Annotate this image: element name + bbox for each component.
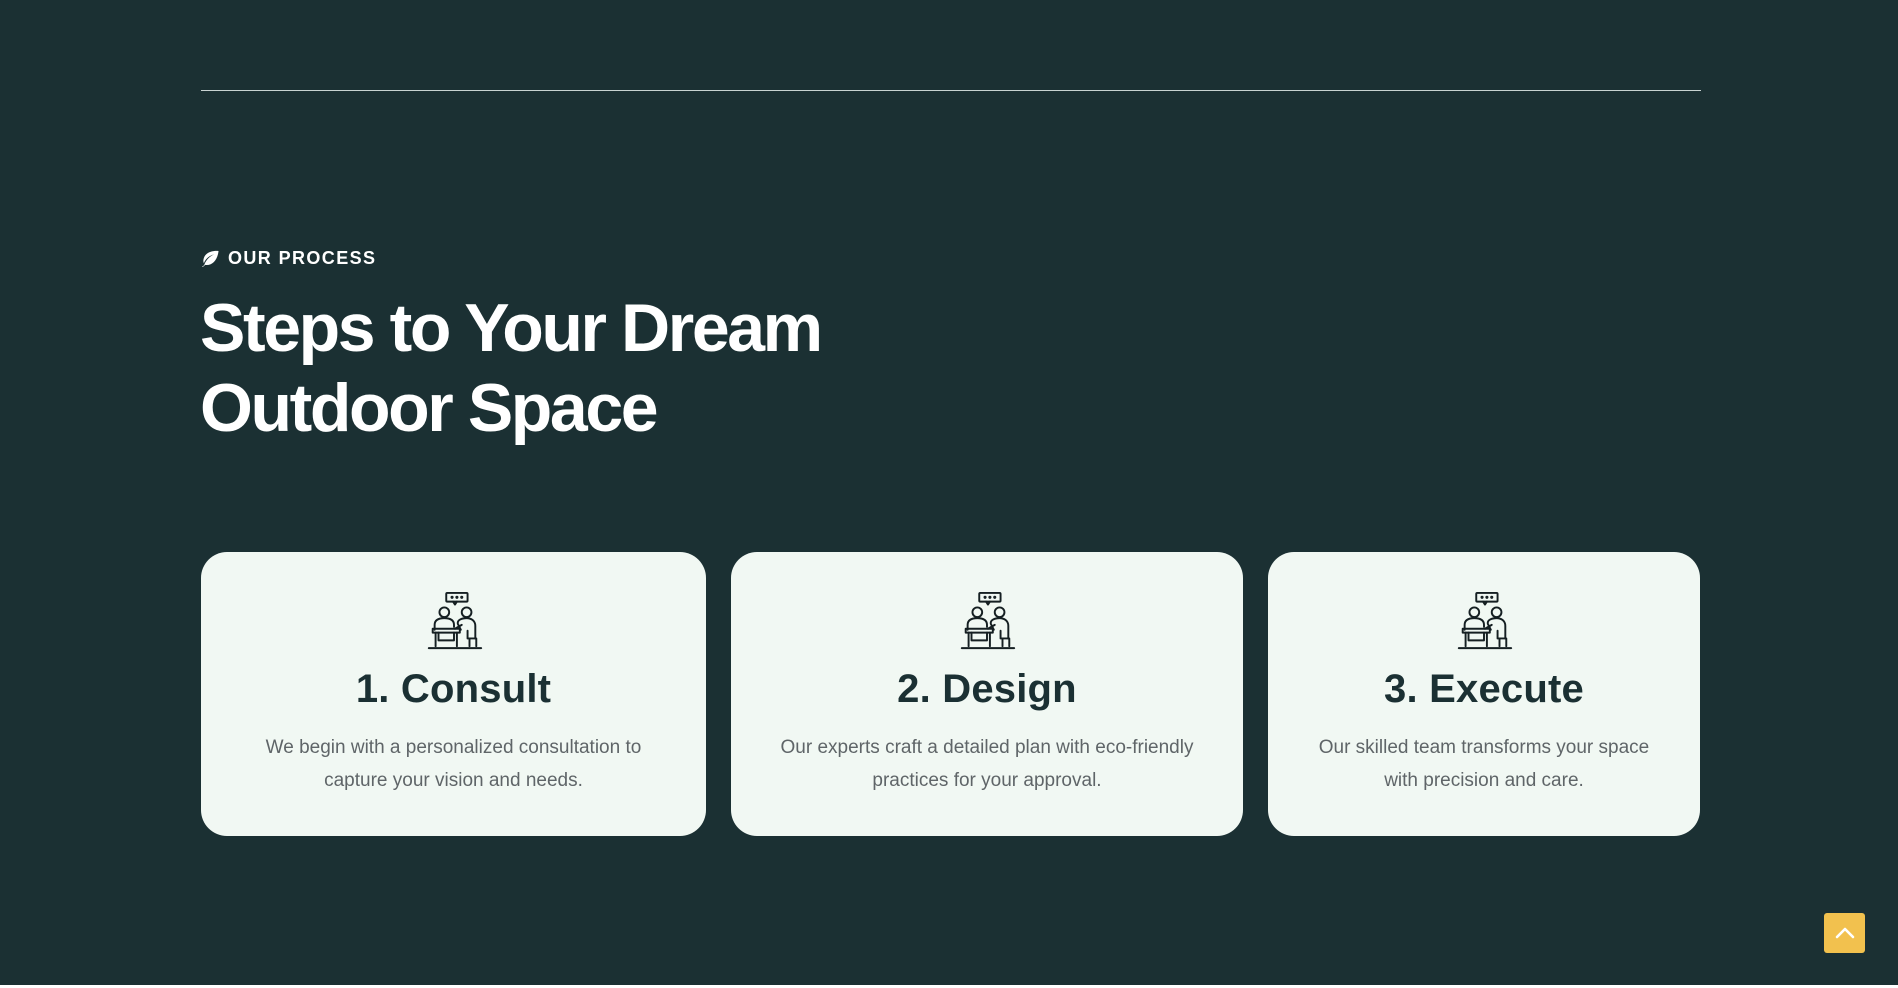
chevron-up-icon <box>1835 927 1855 939</box>
step-card-design: 2. Design Our experts craft a detailed p… <box>731 552 1243 836</box>
step-description: Our skilled team transforms your space w… <box>1318 737 1650 791</box>
step-title: 2. Design <box>897 667 1077 711</box>
divider <box>201 90 1701 91</box>
eyebrow-label: OUR PROCESS <box>228 248 377 268</box>
title-line-2: Outdoor Space <box>200 370 659 446</box>
consultation-icon <box>423 590 485 652</box>
process-section: OUR PROCESS Steps to Your Dream Outdoor … <box>0 0 1898 985</box>
consultation-icon <box>1453 590 1515 652</box>
section-eyebrow: OUR PROCESS <box>201 248 376 269</box>
step-title: 1. Consult <box>355 667 552 711</box>
step-card-execute: 3. Execute Our skilled team transforms y… <box>1268 552 1700 836</box>
leaf-icon <box>201 250 220 267</box>
page-title: Steps to Your Dream Outdoor Space <box>200 288 960 448</box>
step-card-consult: 1. Consult We begin with a personalized … <box>201 552 706 836</box>
step-description: Our experts craft a detailed plan with e… <box>780 737 1194 791</box>
consultation-icon <box>956 590 1018 652</box>
step-title: 3. Execute <box>1384 667 1584 711</box>
scroll-to-top-button[interactable] <box>1824 913 1865 953</box>
step-description: We begin with a personalized consultatio… <box>265 737 642 791</box>
title-line-1: Steps to Your Dream <box>200 290 823 366</box>
